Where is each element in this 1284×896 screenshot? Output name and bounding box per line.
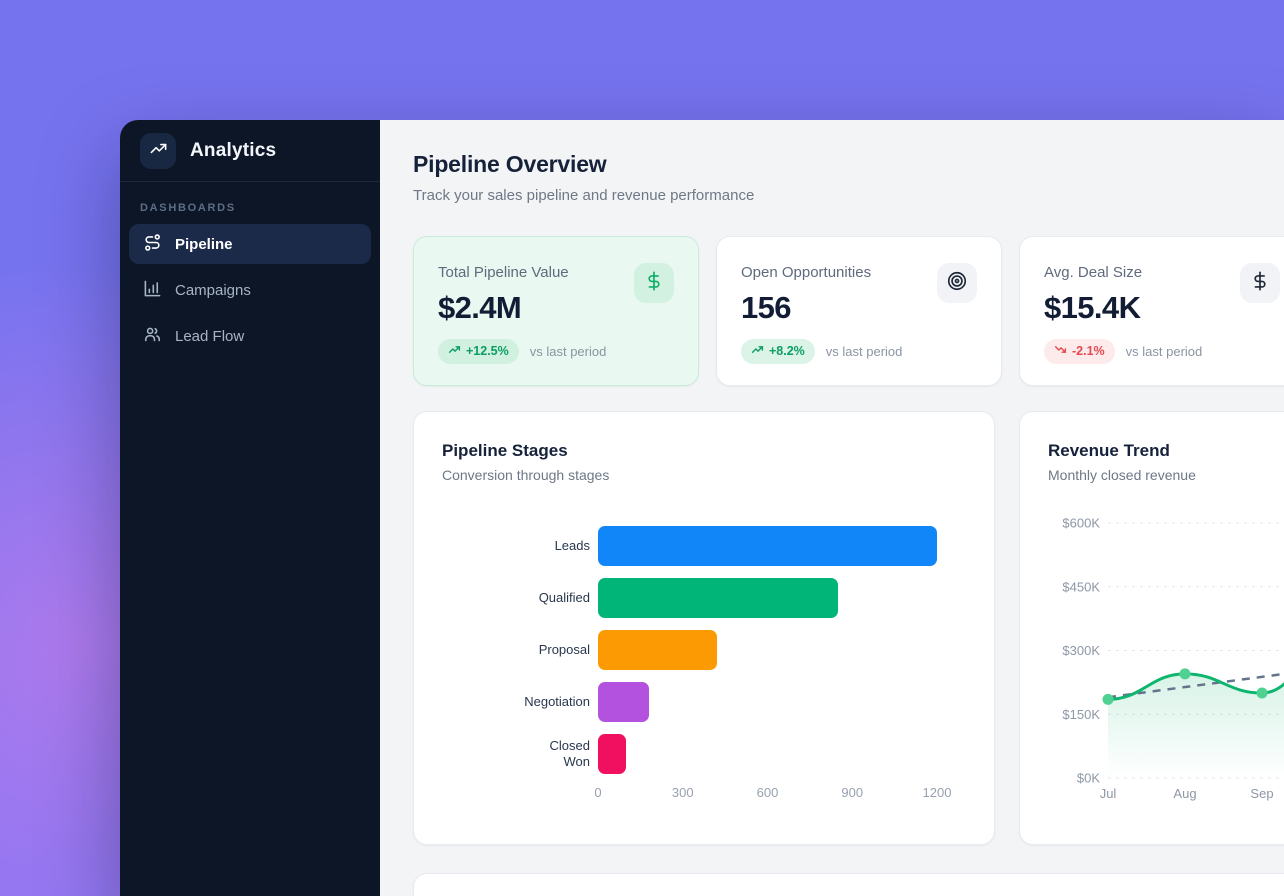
bar-negotiation[interactable] <box>598 682 649 722</box>
change-value: +12.5% <box>466 344 509 358</box>
trending-down-icon <box>1054 343 1067 359</box>
area-fill <box>1108 638 1284 778</box>
change-badge: +12.5% <box>438 339 519 364</box>
charts-row: Pipeline Stages Conversion through stage… <box>413 411 1284 845</box>
sidebar-item-label: Pipeline <box>175 236 233 253</box>
stats-row: Total Pipeline Value $2.4M +12.5% vs las… <box>413 236 1284 386</box>
bar-category-label: Closed Won <box>442 738 590 770</box>
stat-card-avg-deal-size[interactable]: Avg. Deal Size $15.4K -2.1% vs last peri… <box>1019 236 1284 386</box>
revenue-trend-card: Revenue Trend Monthly closed revenue $60… <box>1019 411 1284 845</box>
stat-card-total-pipeline-value[interactable]: Total Pipeline Value $2.4M +12.5% vs las… <box>413 236 699 386</box>
chart-header: Pipeline Stages Conversion through stage… <box>442 440 966 484</box>
trending-up-icon <box>149 139 168 163</box>
bar-row: Leads <box>442 520 966 572</box>
bar-row: Proposal <box>442 624 966 676</box>
bar-row: Negotiation <box>442 676 966 728</box>
sidebar-nav: Pipeline Campaigns Lead Flow <box>120 224 380 362</box>
bar-chart-icon <box>143 279 162 302</box>
chart-subtitle: Monthly closed revenue <box>1048 467 1284 484</box>
bar-track <box>598 734 966 774</box>
x-axis-tick: Aug <box>1173 786 1196 801</box>
x-axis-tick: Sep <box>1250 786 1273 801</box>
bar-track <box>598 578 966 618</box>
sidebar-divider <box>120 181 380 182</box>
bar-proposal[interactable] <box>598 630 717 670</box>
bar-closed-won[interactable] <box>598 734 626 774</box>
comparison-note: vs last period <box>530 344 607 359</box>
bottom-card <box>413 873 1284 896</box>
bar-track <box>598 526 966 566</box>
main-content: Pipeline Overview Track your sales pipel… <box>380 120 1284 896</box>
bar-category-label: Negotiation <box>442 694 590 710</box>
data-point[interactable] <box>1257 688 1268 699</box>
users-icon <box>143 325 162 348</box>
bar-track <box>598 682 966 722</box>
change-value: -2.1% <box>1072 344 1105 358</box>
data-point[interactable] <box>1103 694 1114 705</box>
pipeline-xaxis: 03006009001200 <box>598 785 966 803</box>
bar-row: Closed Won <box>442 728 966 780</box>
stat-icon-chip <box>937 263 977 303</box>
stat-icon-chip <box>1240 263 1280 303</box>
sidebar-item-label: Campaigns <box>175 282 251 299</box>
bar-track <box>598 630 966 670</box>
app-window: Analytics DASHBOARDS Pipeline Campaigns <box>120 120 1284 896</box>
stat-footer: +12.5% vs last period <box>438 339 606 364</box>
page-title: Pipeline Overview <box>413 150 1284 178</box>
chart-title: Revenue Trend <box>1048 440 1284 461</box>
stat-card-open-opportunities[interactable]: Open Opportunities 156 +8.2% vs last per… <box>716 236 1002 386</box>
y-axis-tick: $300K <box>1062 643 1100 658</box>
x-axis-tick: 900 <box>841 785 863 800</box>
target-icon <box>946 270 968 297</box>
bar-qualified[interactable] <box>598 578 838 618</box>
sidebar-item-pipeline[interactable]: Pipeline <box>129 224 371 264</box>
sidebar-item-campaigns[interactable]: Campaigns <box>129 270 371 310</box>
pipeline-bars: Leads Qualified Proposal Negotiation Closed … <box>442 520 966 780</box>
x-axis-tick: 600 <box>757 785 779 800</box>
change-badge: -2.1% <box>1044 339 1115 364</box>
chart-title: Pipeline Stages <box>442 440 966 461</box>
trending-up-icon <box>751 343 764 359</box>
pipeline-stages-card: Pipeline Stages Conversion through stage… <box>413 411 995 845</box>
x-axis-tick: 300 <box>672 785 694 800</box>
route-icon <box>143 233 162 256</box>
x-axis-tick: Jul <box>1100 786 1117 801</box>
page-subtitle: Track your sales pipeline and revenue pe… <box>413 186 1284 206</box>
x-axis-tick: 1200 <box>923 785 952 800</box>
trending-up-icon <box>448 343 461 359</box>
sidebar-item-lead-flow[interactable]: Lead Flow <box>129 316 371 356</box>
y-axis-tick: $450K <box>1062 579 1100 594</box>
chart-header: Revenue Trend Monthly closed revenue <box>1048 440 1284 484</box>
dollar-icon <box>1249 270 1271 297</box>
bar-category-label: Leads <box>442 538 590 554</box>
sidebar: Analytics DASHBOARDS Pipeline Campaigns <box>120 120 380 896</box>
bar-leads[interactable] <box>598 526 937 566</box>
change-badge: +8.2% <box>741 339 815 364</box>
bar-category-label: Qualified <box>442 590 590 606</box>
comparison-note: vs last period <box>826 344 903 359</box>
bar-row: Qualified <box>442 572 966 624</box>
y-axis-tick: $600K <box>1062 516 1100 531</box>
comparison-note: vs last period <box>1126 344 1203 359</box>
change-value: +8.2% <box>769 344 805 358</box>
analytics-logo <box>140 133 176 169</box>
data-point[interactable] <box>1180 668 1191 679</box>
brand: Analytics <box>120 120 380 181</box>
y-axis-tick: $150K <box>1062 707 1100 722</box>
bar-category-label: Proposal <box>442 642 590 658</box>
stat-footer: +8.2% vs last period <box>741 339 902 364</box>
chart-subtitle: Conversion through stages <box>442 467 966 484</box>
x-axis-tick: 0 <box>594 785 601 800</box>
brand-title: Analytics <box>190 140 276 162</box>
sidebar-section-label: DASHBOARDS <box>140 202 360 214</box>
dollar-icon <box>643 270 665 297</box>
sidebar-item-label: Lead Flow <box>175 328 244 345</box>
stat-icon-chip <box>634 263 674 303</box>
y-axis-tick: $0K <box>1077 771 1100 786</box>
stat-footer: -2.1% vs last period <box>1044 339 1202 364</box>
